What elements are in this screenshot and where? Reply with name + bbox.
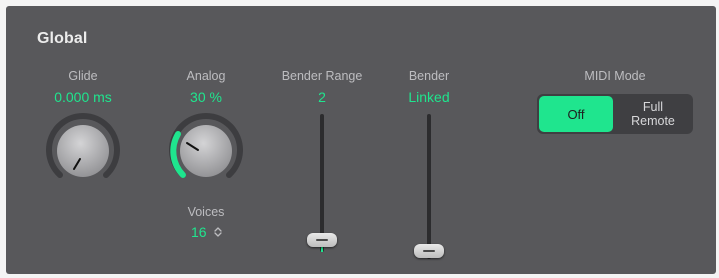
global-panel: Global Glide 0.000 ms Analog 30 % Voices… [6,6,716,274]
up-down-stepper-icon [213,227,222,237]
bender-slider-handle[interactable] [414,244,444,258]
midi-mode-label: MIDI Mode [584,69,646,83]
bender-range-slider-track[interactable] [320,114,324,252]
full-remote-line1: Full [642,100,664,114]
voices-label: Voices [187,205,225,219]
midi-mode-full-remote-button[interactable]: Full Remote [615,96,691,132]
bender-label: Bender [408,69,450,83]
analog-label: Analog [186,69,226,83]
bender-value: Linked [408,89,450,105]
glide-label: Glide [68,69,98,83]
voices-selector[interactable]: 16 [191,223,223,241]
midi-mode-segmented-control: Off Full Remote [537,94,693,134]
section-title: Global [37,30,88,47]
bender-slider-track[interactable] [427,114,431,259]
analog-value: 30 % [190,89,222,105]
full-remote-line2: Remote [631,114,675,128]
glide-knob[interactable] [44,112,122,190]
analog-knob[interactable] [167,112,245,190]
voices-value: 16 [191,224,207,240]
midi-mode-off-button[interactable]: Off [539,96,613,132]
glide-value: 0.000 ms [54,89,112,105]
bender-range-slider-handle[interactable] [307,233,337,247]
